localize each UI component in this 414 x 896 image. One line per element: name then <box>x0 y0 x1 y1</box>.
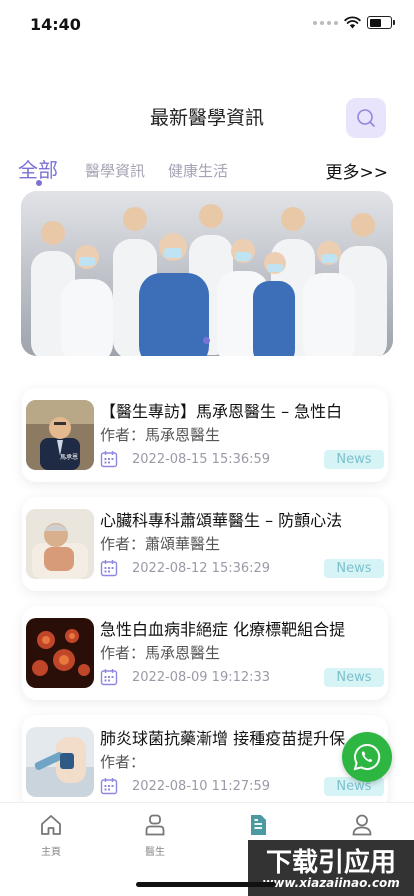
search-icon <box>357 109 375 127</box>
calendar-icon <box>100 778 118 795</box>
tab-healthy-living[interactable]: 健康生活 <box>168 160 228 181</box>
category-tabs: 全部 醫學資訊 健康生活 更多>> <box>0 152 414 188</box>
user-icon <box>352 814 372 836</box>
news-title: 心臟科專科蕭頌華醫生 – 防顫心法 <box>100 511 343 530</box>
news-author: 作者： <box>100 753 146 771</box>
nav-doctor[interactable]: 醫生 <box>125 813 185 858</box>
news-title: 急性白血病非絕症 化療標靶組合提 <box>100 620 346 639</box>
calendar-icon <box>100 669 118 686</box>
status-time: 14:40 <box>30 15 81 34</box>
battery-icon <box>367 16 395 29</box>
news-date: 2022-08-12 15:36:29 <box>132 561 271 576</box>
news-card[interactable]: 肺炎球菌抗藥漸增 接種疫苗提升保 作者： 2022-08-10 11:27:59… <box>22 715 388 809</box>
document-icon <box>251 815 266 835</box>
calendar-icon <box>100 560 118 577</box>
whatsapp-button[interactable] <box>342 732 392 782</box>
home-icon <box>41 815 61 835</box>
banner-carousel[interactable] <box>21 191 393 356</box>
calendar-icon <box>100 451 118 468</box>
news-author: 作者：馬承恩醫生 <box>100 644 221 662</box>
thumbnail-caption: 馬承恩 <box>60 454 79 461</box>
news-date: 2022-08-10 11:27:59 <box>132 779 271 794</box>
news-date: 2022-08-09 19:12:33 <box>132 670 271 685</box>
news-badge: News <box>324 450 384 469</box>
tab-medical-info[interactable]: 醫學資訊 <box>85 160 145 181</box>
news-badge: News <box>324 668 384 687</box>
news-thumbnail <box>26 509 94 579</box>
active-tab-indicator <box>36 180 42 186</box>
news-thumbnail: 馬承恩 <box>26 400 94 470</box>
tab-all[interactable]: 全部 <box>18 154 58 183</box>
news-author: 作者：馬承恩醫生 <box>100 426 221 444</box>
news-card[interactable]: 心臟科專科蕭頌華醫生 – 防顫心法 作者：蕭頌華醫生 2022-08-12 15… <box>22 497 388 591</box>
header: 最新醫學資訊 <box>0 92 414 142</box>
watermark: 下载引应用 www.xiazaiinao.com <box>248 840 414 896</box>
nav-home-label: 主頁 <box>41 847 61 858</box>
whatsapp-icon <box>353 743 381 771</box>
watermark-text: 下载引应用 <box>265 848 396 878</box>
nav-home[interactable]: 主頁 <box>21 813 81 858</box>
news-date: 2022-08-15 15:36:59 <box>132 452 271 467</box>
news-author: 作者：蕭頌華醫生 <box>100 535 221 553</box>
doctor-icon <box>145 814 165 836</box>
wifi-icon <box>344 16 361 29</box>
news-card[interactable]: 急性白血病非絕症 化療標靶組合提 作者：馬承恩醫生 2022-08-09 19:… <box>22 606 388 700</box>
news-badge: News <box>324 559 384 578</box>
search-button[interactable] <box>346 98 386 138</box>
news-thumbnail <box>26 618 94 688</box>
carousel-indicator-dot <box>203 337 210 344</box>
more-link[interactable]: 更多>> <box>326 158 389 183</box>
news-title: 肺炎球菌抗藥漸增 接種疫苗提升保 <box>100 729 346 748</box>
signal-icon <box>313 20 338 25</box>
home-indicator <box>136 882 276 887</box>
news-thumbnail <box>26 727 94 797</box>
news-card[interactable]: 馬承恩 【醫生專訪】馬承恩醫生 – 急性白 作者：馬承恩醫生 2022-08-1… <box>22 388 388 482</box>
nav-doctor-label: 醫生 <box>145 847 165 858</box>
banner-image <box>21 191 393 356</box>
news-title: 【醫生專訪】馬承恩醫生 – 急性白 <box>100 402 343 421</box>
status-icons <box>313 16 395 29</box>
status-bar: 14:40 <box>0 0 414 48</box>
